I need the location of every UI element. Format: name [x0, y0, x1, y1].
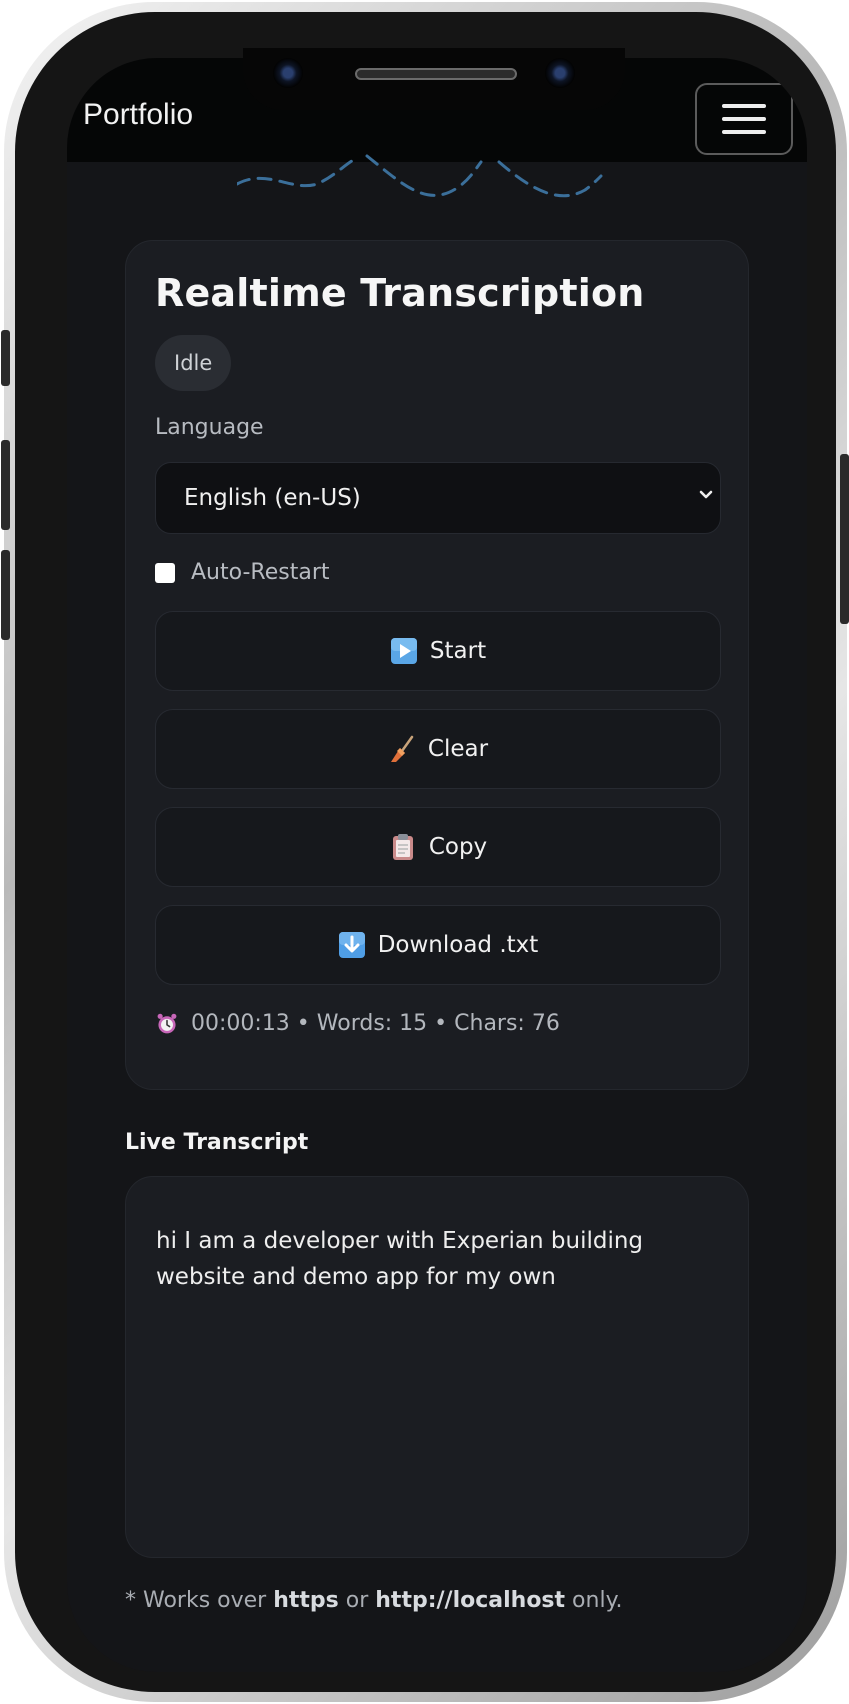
screen: Portfolio Realtime Transcription Idle La…: [67, 58, 807, 1672]
footnote-or: or: [338, 1588, 376, 1613]
footnote-suffix: only.: [565, 1588, 623, 1613]
alarm-clock-icon: [157, 1013, 177, 1033]
volume-down-button: [1, 550, 10, 640]
power-button: [840, 454, 849, 624]
stats-row: 00:00:13 • Words: 15 • Chars: 76: [155, 1011, 720, 1036]
language-select-value: English (en-US): [184, 485, 361, 511]
copy-button[interactable]: Copy: [155, 807, 721, 887]
play-icon: [390, 638, 417, 664]
start-button-label: Start: [429, 638, 487, 664]
auto-restart-row: Auto-Restart: [155, 560, 720, 585]
hamburger-icon-bar: [722, 130, 766, 134]
download-button[interactable]: Download .txt: [155, 905, 721, 985]
camera-icon: [273, 58, 303, 88]
card-title: Realtime Transcription: [155, 271, 645, 315]
download-icon: [338, 932, 365, 958]
sensor-icon: [545, 58, 575, 88]
wave-decoration: [237, 154, 603, 198]
speaker-grille: [355, 68, 517, 80]
footnote: * Works over https or http://localhost o…: [125, 1588, 622, 1613]
clear-button[interactable]: Clear: [155, 709, 721, 789]
hamburger-icon-bar: [722, 117, 766, 121]
phone-body: Portfolio Realtime Transcription Idle La…: [15, 12, 836, 1692]
footnote-prefix: * Works over: [125, 1588, 274, 1613]
transcript-text: hi I am a developer with Experian buildi…: [156, 1228, 644, 1290]
auto-restart-checkbox[interactable]: [155, 562, 175, 583]
footnote-https: https: [273, 1588, 339, 1613]
transcription-card: Realtime Transcription Idle Language Eng…: [125, 240, 749, 1090]
stats-text: 00:00:13 • Words: 15 • Chars: 76: [191, 1011, 560, 1036]
live-transcript-box[interactable]: hi I am a developer with Experian buildi…: [125, 1176, 749, 1558]
live-transcript-heading: Live Transcript: [125, 1130, 309, 1155]
download-button-label: Download .txt: [377, 932, 539, 958]
volume-button: [1, 330, 10, 386]
clipboard-icon: [392, 834, 413, 860]
status-badge: Idle: [155, 335, 232, 391]
footnote-localhost: http://localhost: [375, 1588, 566, 1613]
volume-up-button: [1, 440, 10, 530]
clear-button-label: Clear: [427, 736, 489, 762]
phone-notch: [243, 48, 625, 110]
hamburger-menu-button[interactable]: [695, 83, 793, 155]
copy-button-label: Copy: [428, 834, 488, 860]
language-select[interactable]: English (en-US): [155, 462, 721, 534]
phone-frame: Portfolio Realtime Transcription Idle La…: [1, 2, 849, 1702]
language-label: Language: [155, 415, 264, 440]
chevron-down-icon: [699, 490, 713, 499]
start-button[interactable]: Start: [155, 611, 721, 691]
broom-icon: [390, 735, 414, 762]
auto-restart-label[interactable]: Auto-Restart: [191, 560, 330, 585]
brand-link[interactable]: Portfolio: [83, 98, 193, 132]
hamburger-icon-bar: [722, 104, 766, 108]
